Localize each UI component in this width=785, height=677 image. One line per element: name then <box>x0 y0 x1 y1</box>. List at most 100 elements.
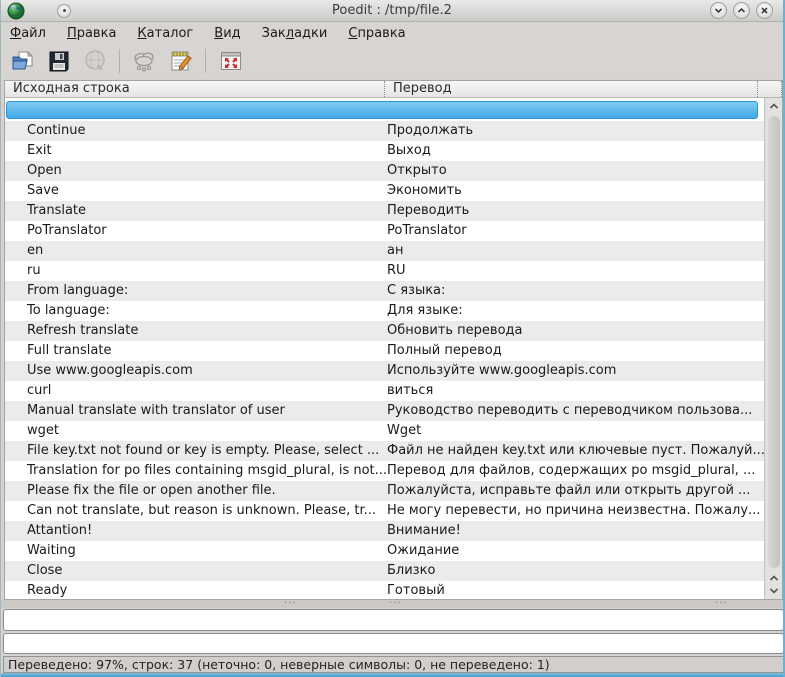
translation-text-field[interactable] <box>3 633 784 654</box>
column-header-translation[interactable]: Перевод <box>385 81 758 97</box>
translation-cell: Для языке: <box>387 301 764 321</box>
translation-cell: Файл не найден key.txt или ключевые пуст… <box>387 441 764 461</box>
vertical-scrollbar[interactable] <box>764 98 782 599</box>
translation-cell: Полный перевод <box>387 341 764 361</box>
source-text-field[interactable] <box>3 609 784 631</box>
minimize-button[interactable] <box>710 2 727 19</box>
list-item[interactable]: curlвиться <box>5 381 764 401</box>
list-item[interactable]: Can not translate, but reason is unknown… <box>5 501 764 521</box>
translation-cell: Открыто <box>387 161 764 181</box>
translation-cell: Близко <box>387 561 764 581</box>
translation-cell: С языка: <box>387 281 764 301</box>
column-header-spacer <box>758 81 782 97</box>
titlebar[interactable]: Poedit : /tmp/file.2 <box>1 0 783 22</box>
menu-help[interactable]: Справка <box>348 26 405 41</box>
menu-file[interactable]: Файл <box>10 26 46 41</box>
source-cell: en <box>27 241 387 261</box>
list-item[interactable]: enан <box>5 241 764 261</box>
translation-cell: Используйте www.googleapis.com <box>387 361 764 381</box>
source-cell: To language: <box>27 301 387 321</box>
list-item[interactable]: Full translateПолный перевод <box>5 341 764 361</box>
list-item[interactable]: To language:Для языке: <box>5 301 764 321</box>
translation-panel: Исходная строка Перевод ContinueПродолжа… <box>4 80 783 600</box>
list-item[interactable]: Translation for po files containing msgi… <box>5 461 764 481</box>
update-translate-icon[interactable] <box>131 48 158 75</box>
source-cell: Continue <box>27 121 387 141</box>
translation-cell: Не могу перевести, но причина неизвестна… <box>387 501 764 521</box>
list-header: Исходная строка Перевод <box>5 81 782 98</box>
source-cell: Full translate <box>27 341 387 361</box>
validate-icon <box>81 48 108 75</box>
source-cell: Attantion! <box>27 521 387 541</box>
edit-comment-icon[interactable] <box>167 48 194 75</box>
list-item[interactable]: Manual translate with translator of user… <box>5 401 764 421</box>
scroll-down-icon[interactable] <box>765 584 783 597</box>
translation-cell: Перевод для файлов, содержащих po msgid_… <box>387 461 764 481</box>
source-cell: File key.txt not found or key is empty. … <box>27 441 387 461</box>
maximize-button[interactable] <box>733 2 750 19</box>
list-item[interactable]: ReadyГотовый <box>5 581 764 599</box>
list-item[interactable]: File key.txt not found or key is empty. … <box>5 441 764 461</box>
menu-view[interactable]: Вид <box>214 26 240 41</box>
list-item[interactable]: WaitingОжидание <box>5 541 764 561</box>
translation-cell: виться <box>387 381 764 401</box>
list-item[interactable]: ruRU <box>5 261 764 281</box>
translation-cell: Переводить <box>387 201 764 221</box>
source-cell: Use www.googleapis.com <box>27 361 387 381</box>
source-cell: Close <box>27 561 387 581</box>
list-item[interactable]: PoTranslatorPoTranslator <box>5 221 764 241</box>
fuzzy-icon[interactable] <box>217 48 244 75</box>
source-cell: Translation for po files containing msgi… <box>27 461 387 481</box>
toolbar-separator <box>205 49 206 73</box>
translation-cell: Ожидание <box>387 541 764 561</box>
list-item[interactable]: ExitВыход <box>5 141 764 161</box>
source-cell: wget <box>27 421 387 441</box>
source-cell: Please fix the file or open another file… <box>27 481 387 501</box>
translation-cell: RU <box>387 261 764 281</box>
scroll-up-icon[interactable] <box>765 99 783 112</box>
list-item[interactable]: Refresh translateОбновить перевода <box>5 321 764 341</box>
save-icon[interactable] <box>45 48 72 75</box>
translation-cell: Внимание! <box>387 521 764 541</box>
translation-cell: Экономить <box>387 181 764 201</box>
list-item[interactable]: OpenОткрыто <box>5 161 764 181</box>
list-item[interactable]: Use www.googleapis.comИспользуйте www.go… <box>5 361 764 381</box>
scroll-up-icon[interactable] <box>765 571 783 584</box>
list-item[interactable]: Attantion!Внимание! <box>5 521 764 541</box>
source-cell: ru <box>27 261 387 281</box>
menu-bookmarks[interactable]: Закладки <box>262 26 328 41</box>
list-item[interactable]: SaveЭкономить <box>5 181 764 201</box>
scrollbar-thumb[interactable] <box>768 116 780 568</box>
source-cell: Ready <box>27 581 387 599</box>
list-item[interactable] <box>6 101 758 119</box>
list-item[interactable]: Please fix the file or open another file… <box>5 481 764 501</box>
list-item[interactable]: TranslateПереводить <box>5 201 764 221</box>
menu-edit[interactable]: Правка <box>67 26 116 41</box>
list-item[interactable]: CloseБлизко <box>5 561 764 581</box>
source-cell <box>28 102 388 118</box>
source-cell: Exit <box>27 141 387 161</box>
list-item[interactable]: ContinueПродолжать <box>5 121 764 141</box>
translation-cell: Обновить перевода <box>387 321 764 341</box>
source-cell: Can not translate, but reason is unknown… <box>27 501 387 521</box>
translation-cell: Wget <box>387 421 764 441</box>
poedit-window: Poedit : /tmp/file.2 Файл Правка Каталог… <box>0 0 785 677</box>
close-button[interactable] <box>756 2 773 19</box>
source-cell: Waiting <box>27 541 387 561</box>
splitter-sash[interactable]: ··· ··· ··· <box>1 600 783 608</box>
toolbar-separator <box>119 49 120 73</box>
list-item[interactable]: wgetWget <box>5 421 764 441</box>
source-cell: Refresh translate <box>27 321 387 341</box>
open-icon[interactable] <box>9 48 36 75</box>
list-item[interactable]: From language:С языка: <box>5 281 764 301</box>
source-cell: Translate <box>27 201 387 221</box>
window-bottom-border <box>1 673 783 677</box>
menu-catalog[interactable]: Каталог <box>137 26 193 41</box>
translation-cell: Руководство переводить с переводчиком по… <box>387 401 764 421</box>
toolbar <box>1 44 783 78</box>
translation-cell: Пожалуйста, исправьте файл или открыть д… <box>387 481 764 501</box>
chevron-down-icon <box>713 5 724 16</box>
window-menu-button[interactable] <box>57 4 71 18</box>
column-header-source[interactable]: Исходная строка <box>5 81 385 97</box>
status-bar: Переведено: 97%, строк: 37 (неточно: 0, … <box>3 656 784 673</box>
